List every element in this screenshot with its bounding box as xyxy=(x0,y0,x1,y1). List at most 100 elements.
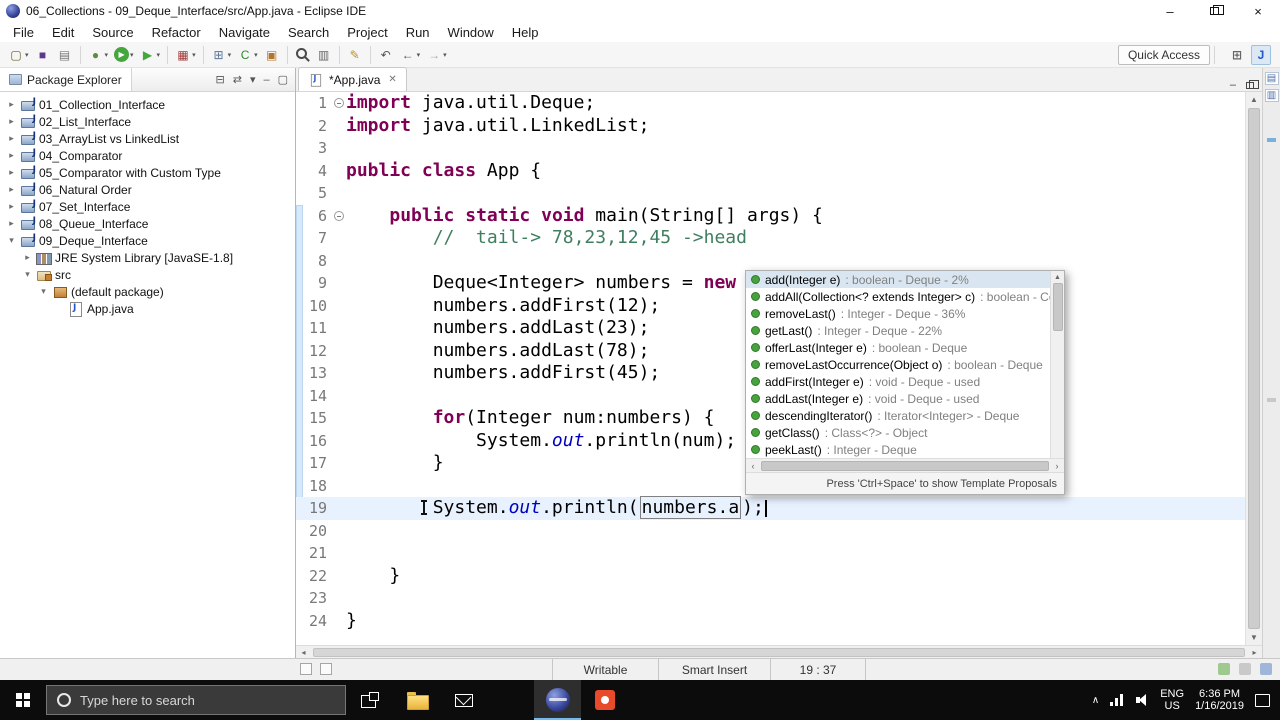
vertical-scroll-thumb[interactable] xyxy=(1248,108,1260,629)
dropdown-arrow-icon[interactable]: ▾ xyxy=(443,51,447,59)
expand-arrow-icon[interactable]: ▸ xyxy=(6,99,17,110)
tree-item-app-java[interactable]: App.java xyxy=(0,300,295,317)
tree-item-09-deque-interface[interactable]: ▾ 09_Deque_Interface xyxy=(0,232,295,249)
menu-project[interactable]: Project xyxy=(338,22,396,42)
expand-arrow-icon[interactable]: ▸ xyxy=(22,252,33,263)
back-button[interactable]: ← ▾ xyxy=(397,44,424,66)
edge-taskbar-button[interactable] xyxy=(487,680,534,720)
start-button[interactable] xyxy=(0,680,46,720)
collapse-all-icon[interactable]: ⊟ xyxy=(216,73,225,86)
network-icon[interactable] xyxy=(1110,694,1125,706)
scroll-down-icon[interactable]: ▼ xyxy=(1246,630,1262,645)
popup-vscroll-thumb[interactable] xyxy=(1052,283,1063,331)
autocomplete-item-peeklast[interactable]: peekLast() : Integer - Deque xyxy=(746,441,1050,458)
code-line-1[interactable]: 1 import java.util.Deque; xyxy=(296,92,1245,115)
menu-refactor[interactable]: Refactor xyxy=(143,22,210,42)
popup-scroll-right-icon[interactable]: › xyxy=(1050,459,1064,473)
status-right-icon-2[interactable] xyxy=(1239,663,1251,675)
expand-arrow-icon[interactable]: ▸ xyxy=(6,218,17,229)
collapse-arrow-icon[interactable]: ▾ xyxy=(22,269,33,280)
code-line-22[interactable]: 22 } xyxy=(296,565,1245,588)
code-line-19[interactable]: 19 System.out.println(numbers.a); xyxy=(296,496,1245,520)
code-line-2[interactable]: 2 import java.util.LinkedList; xyxy=(296,115,1245,138)
new-wizard-button[interactable]: ▢ ▾ xyxy=(5,44,32,66)
tree-item-01-collection-interface[interactable]: ▸ 01_Collection_Interface xyxy=(0,96,295,113)
autocomplete-item-offerlast[interactable]: offerLast(Integer e) : boolean - Deque xyxy=(746,339,1050,356)
expand-arrow-icon[interactable]: ▸ xyxy=(6,133,17,144)
tree-item-05-comparator-with-custom-type[interactable]: ▸ 05_Comparator with Custom Type xyxy=(0,164,295,181)
autocomplete-item-addfirst[interactable]: addFirst(Integer e) : void - Deque - use… xyxy=(746,373,1050,390)
expand-arrow-icon[interactable]: ▸ xyxy=(6,184,17,195)
quick-access-button[interactable]: Quick Access xyxy=(1117,44,1210,65)
save-button[interactable]: ■ xyxy=(32,44,54,66)
autocomplete-item-descendingiterator[interactable]: descendingIterator() : Iterator<Integer>… xyxy=(746,407,1050,424)
popup-scroll-left-icon[interactable]: ‹ xyxy=(746,459,760,473)
print-button[interactable]: ▤ xyxy=(54,44,76,66)
action-center-icon[interactable] xyxy=(1255,693,1270,707)
menu-navigate[interactable]: Navigate xyxy=(210,22,279,42)
file-explorer-taskbar-button[interactable] xyxy=(393,680,440,720)
code-line-20[interactable]: 20 xyxy=(296,520,1245,543)
expand-arrow-icon[interactable]: ▸ xyxy=(6,167,17,178)
editor-vertical-scrollbar[interactable]: ▲ ▼ xyxy=(1245,92,1262,645)
dropdown-arrow-icon[interactable]: ▾ xyxy=(228,51,232,59)
autocomplete-item-removelast[interactable]: removeLast() : Integer - Deque - 36% xyxy=(746,305,1050,322)
debug-button[interactable]: ● ▾ xyxy=(85,44,112,66)
dropdown-arrow-icon[interactable]: ▾ xyxy=(192,51,196,59)
status-left-icon-2[interactable] xyxy=(320,663,332,675)
minimized-view-icon-2[interactable]: ▥ xyxy=(1264,89,1279,102)
maximize-editor-icon[interactable] xyxy=(1246,79,1259,89)
minimize-view-icon[interactable]: – xyxy=(263,74,269,86)
popup-scroll-up-icon[interactable]: ▲ xyxy=(1054,271,1061,283)
hidden-icons-chevron[interactable]: ∧ xyxy=(1092,695,1099,706)
autocomplete-item-removelastoccurrence[interactable]: removeLastOccurrence(Object o) : boolean… xyxy=(746,356,1050,373)
minimized-view-icon-1[interactable]: ▤ xyxy=(1264,72,1279,85)
menu-help[interactable]: Help xyxy=(503,22,548,42)
new-java-project-button[interactable]: ⊞ ▾ xyxy=(208,44,235,66)
link-with-editor-icon[interactable]: ⇄ xyxy=(233,73,242,86)
coverage-button[interactable]: ▦ ▾ xyxy=(172,44,199,66)
clock[interactable]: 6:36 PM 1/16/2019 xyxy=(1195,688,1244,712)
dropdown-arrow-icon[interactable]: ▾ xyxy=(105,51,109,59)
overview-annotation-mark[interactable] xyxy=(1267,138,1276,142)
popup-vertical-scrollbar[interactable]: ▲ xyxy=(1050,271,1064,458)
tree-item-src[interactable]: ▾ src xyxy=(0,266,295,283)
fold-toggle-icon[interactable] xyxy=(332,205,346,228)
menu-source[interactable]: Source xyxy=(83,22,142,42)
volume-icon[interactable] xyxy=(1136,694,1149,706)
dropdown-arrow-icon[interactable]: ▾ xyxy=(254,51,258,59)
collapse-arrow-icon[interactable]: ▾ xyxy=(38,286,49,297)
menu-run[interactable]: Run xyxy=(397,22,439,42)
status-right-icon-1[interactable] xyxy=(1218,663,1230,675)
search-button[interactable] xyxy=(292,44,313,66)
scroll-right-icon[interactable]: ▸ xyxy=(1247,646,1262,659)
forward-button[interactable]: → ▾ xyxy=(423,44,450,66)
code-line-3[interactable]: 3 xyxy=(296,137,1245,160)
expand-arrow-icon[interactable]: ▸ xyxy=(6,201,17,212)
collapse-arrow-icon[interactable]: ▾ xyxy=(6,235,17,246)
open-perspective-button[interactable]: ⊞ xyxy=(1227,45,1247,65)
menu-edit[interactable]: Edit xyxy=(43,22,83,42)
editor-horizontal-scrollbar[interactable]: ◂ ▸ xyxy=(296,645,1262,658)
tab-app-java[interactable]: *App.java ✕ xyxy=(298,67,407,91)
code-line-23[interactable]: 23 xyxy=(296,587,1245,610)
tree-item-03-arraylist-vs-linkedlist[interactable]: ▸ 03_ArrayList vs LinkedList xyxy=(0,130,295,147)
expand-arrow-icon[interactable]: ▸ xyxy=(6,150,17,161)
expand-arrow-icon[interactable]: ▸ xyxy=(6,116,17,127)
close-tab-icon[interactable]: ✕ xyxy=(388,74,396,85)
tree-item-07-set-interface[interactable]: ▸ 07_Set_Interface xyxy=(0,198,295,215)
code-line-8[interactable]: 8 xyxy=(296,250,1245,273)
java-perspective-button[interactable]: J xyxy=(1251,44,1271,65)
red-app-taskbar-button[interactable] xyxy=(581,680,628,720)
popup-hscroll-thumb[interactable] xyxy=(761,460,1049,471)
tree-item-default-package[interactable]: ▾ (default package) xyxy=(0,283,295,300)
scroll-left-icon[interactable]: ◂ xyxy=(296,646,311,659)
autocomplete-item-getlast[interactable]: getLast() : Integer - Deque - 22% xyxy=(746,322,1050,339)
maximize-view-icon[interactable]: ▢ xyxy=(278,73,288,86)
tree-item-04-comparator[interactable]: ▸ 04_Comparator xyxy=(0,147,295,164)
overview-annotation-mark[interactable] xyxy=(1267,398,1276,402)
code-line-4[interactable]: 4 public class App { xyxy=(296,160,1245,183)
scroll-up-icon[interactable]: ▲ xyxy=(1246,92,1262,107)
task-view-taskbar-button[interactable] xyxy=(346,680,393,720)
status-left-icon-1[interactable] xyxy=(300,663,312,675)
